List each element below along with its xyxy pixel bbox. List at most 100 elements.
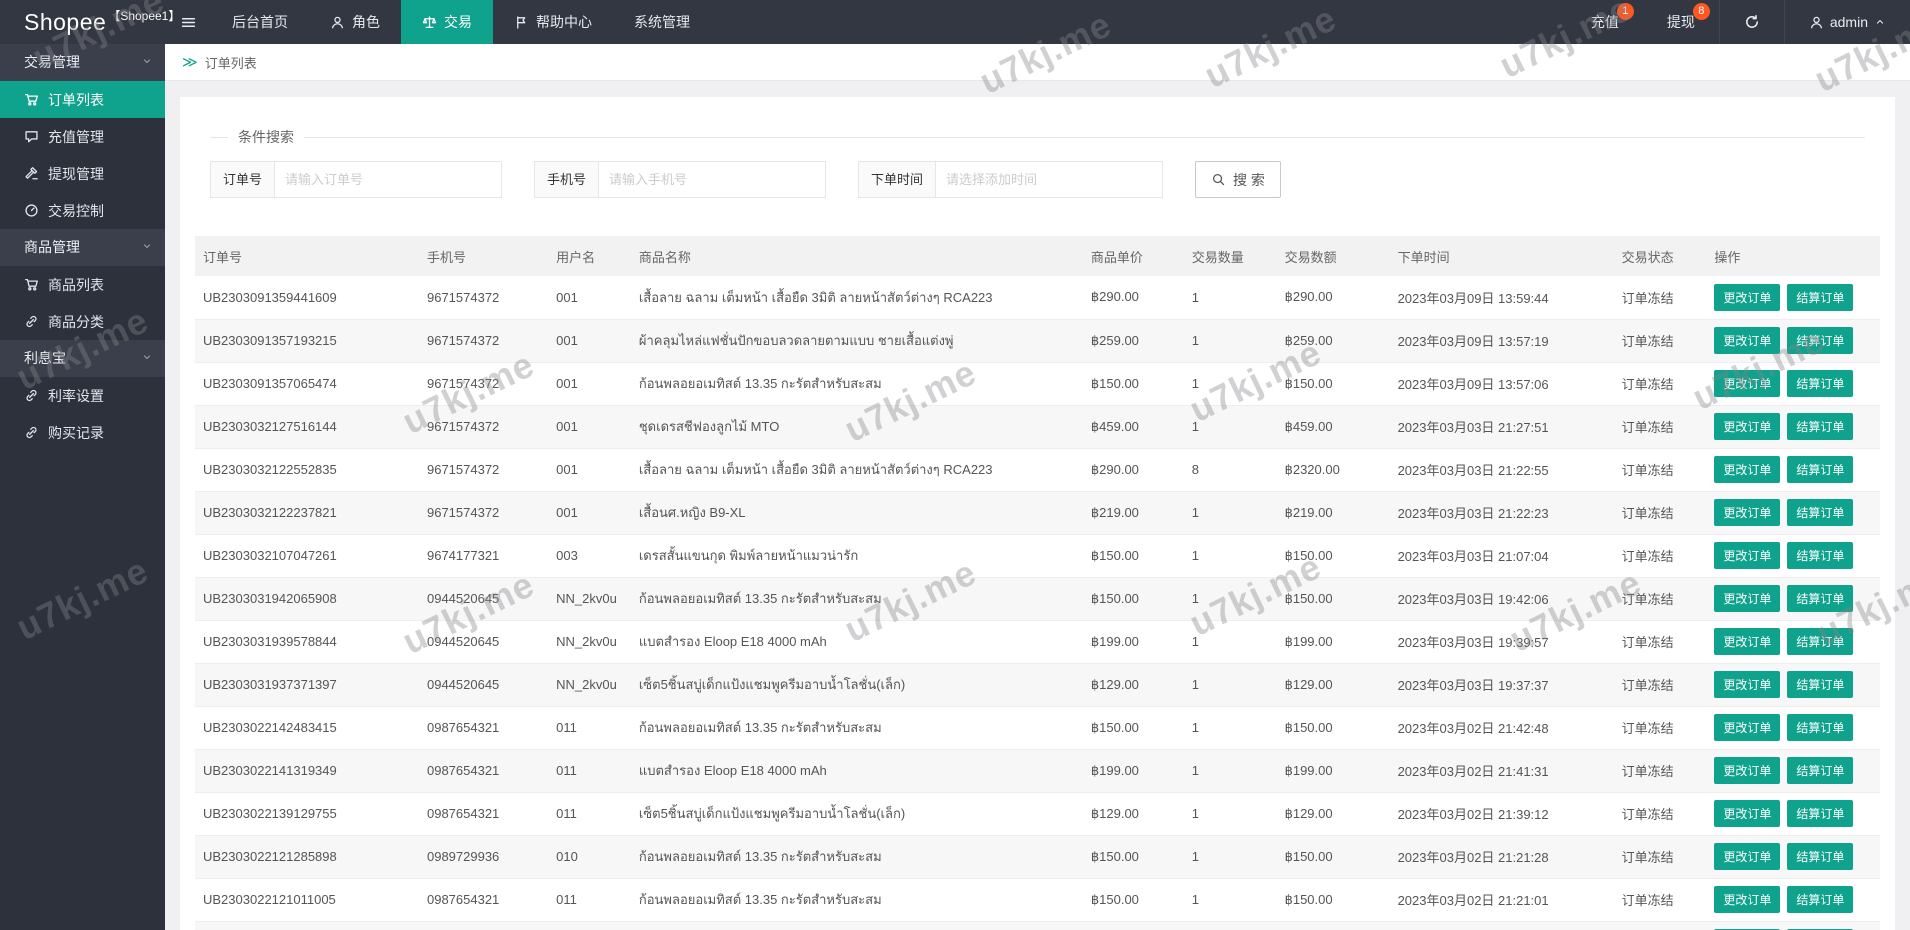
cell-quantity: 1 xyxy=(1183,921,1277,930)
sidebar-item-trade-control[interactable]: 交易控制 xyxy=(0,192,165,229)
edit-order-button[interactable]: 更改订单 xyxy=(1714,370,1781,397)
edit-order-button[interactable]: 更改订单 xyxy=(1714,628,1781,655)
sidebar-group-trade-manage[interactable]: 交易管理 xyxy=(0,44,165,81)
cell-username: 001 xyxy=(548,319,631,363)
edit-order-button[interactable]: 更改订单 xyxy=(1714,499,1781,526)
settle-order-button[interactable]: 结算订单 xyxy=(1787,413,1854,440)
nav-item-label: 后台首页 xyxy=(232,14,288,30)
sidebar-group-interest-treasure[interactable]: 利息宝 xyxy=(0,340,165,377)
settle-order-button[interactable]: 结算订单 xyxy=(1787,714,1854,741)
cell-actions: 更改订单结算订单 xyxy=(1706,878,1880,922)
comment-icon xyxy=(24,129,39,144)
cell-status: 订单冻结 xyxy=(1613,706,1707,750)
cell-status: 订单冻结 xyxy=(1613,319,1707,363)
nav-item-help[interactable]: 帮助中心 xyxy=(493,0,613,44)
cell-amount: ฿459.00 xyxy=(1276,405,1390,449)
settle-order-button[interactable]: 结算订单 xyxy=(1787,800,1854,827)
nav-item-role[interactable]: 角色 xyxy=(309,0,401,44)
settle-order-button[interactable]: 结算订单 xyxy=(1787,542,1854,569)
order-no-input[interactable] xyxy=(274,161,503,198)
cell-order-id: UB2303032107047261 xyxy=(195,534,419,578)
sidebar-item-withdraw-manage[interactable]: 提现管理 xyxy=(0,155,165,192)
sidebar-item-goods-category[interactable]: 商品分类 xyxy=(0,303,165,340)
edit-order-button[interactable]: 更改订单 xyxy=(1714,671,1781,698)
nav-item-system[interactable]: 系统管理 xyxy=(613,0,711,44)
withdraw-button[interactable]: 提现 8 xyxy=(1643,0,1719,44)
cell-actions: 更改订单结算订单 xyxy=(1706,491,1880,535)
table-row: UB2303032122237821 9671574372 001 เสื้อนศ.ห… xyxy=(195,491,1880,535)
cell-amount: ฿150.00 xyxy=(1276,577,1390,621)
nav-item-home[interactable]: 后台首页 xyxy=(211,0,309,44)
cell-actions: 更改订单结算订单 xyxy=(1706,835,1880,879)
sidebar-item-recharge-manage[interactable]: 充值管理 xyxy=(0,118,165,155)
user-icon xyxy=(1809,15,1824,30)
recharge-button[interactable]: 充值 1 xyxy=(1567,0,1643,44)
sidebar-item-rate-setting[interactable]: 利率设置 xyxy=(0,377,165,414)
withdraw-label: 提现 xyxy=(1666,14,1695,30)
sidebar-item-order-list[interactable]: 订单列表 xyxy=(0,81,165,118)
settle-order-button[interactable]: 结算订单 xyxy=(1787,456,1854,483)
edit-order-button[interactable]: 更改订单 xyxy=(1714,283,1781,311)
refresh-button[interactable] xyxy=(1718,0,1784,44)
cell-order-time: 2023年03月03日 19:37:37 xyxy=(1389,663,1614,707)
table-row: UB2303032122552835 9671574372 001 เสื้อลาย … xyxy=(195,448,1880,492)
cell-product-name: ก้อนพลอยอเมทิสต์ 13.35 กะรัตสำหรับสะสม xyxy=(630,835,1083,879)
cell-phone: 0987654321 xyxy=(418,749,549,793)
edit-order-button[interactable]: 更改订单 xyxy=(1714,327,1781,354)
search-button[interactable]: 搜 索 xyxy=(1195,161,1281,198)
search-button-label: 搜 索 xyxy=(1233,171,1265,188)
cell-order-id: UB2303022141319349 xyxy=(195,749,419,793)
edit-order-button[interactable]: 更改订单 xyxy=(1714,585,1781,612)
sidebar-item-goods-list[interactable]: 商品列表 xyxy=(0,266,165,303)
edit-order-button[interactable]: 更改订单 xyxy=(1714,843,1781,870)
sidebar-group-goods-manage[interactable]: 商品管理 xyxy=(0,229,165,266)
edit-order-button[interactable]: 更改订单 xyxy=(1714,542,1781,569)
settle-order-button[interactable]: 结算订单 xyxy=(1787,843,1854,870)
header-unit-price: 商品单价 xyxy=(1082,236,1184,276)
user-menu[interactable]: admin xyxy=(1783,0,1910,44)
edit-order-button[interactable]: 更改订单 xyxy=(1714,714,1781,741)
edit-order-button[interactable]: 更改订单 xyxy=(1714,800,1781,827)
nav-item-label: 系统管理 xyxy=(634,14,690,30)
cell-username: NN_2kv0u xyxy=(548,663,631,707)
cell-username: 023 xyxy=(548,921,631,930)
cell-order-time: 2023年03月09日 13:57:19 xyxy=(1389,319,1614,363)
cell-product-name: เสื้อลาย ฉลาม เต็มหน้า เสื้อยืด 3มิติ ลา… xyxy=(630,276,1083,320)
cell-product-name: ผ้าคลุมไหล่แฟชั่นปักขอบลวดลายตามแบบ ชายเ… xyxy=(630,319,1083,363)
settle-order-button[interactable]: 结算订单 xyxy=(1787,283,1854,311)
cell-phone: 9671574372 xyxy=(418,448,549,492)
cell-product-name: ก้อนพลอยอเมทิสต์ 13.35 กะรัตสำหรับสะสม xyxy=(630,878,1083,922)
cell-quantity: 1 xyxy=(1183,706,1277,750)
cell-actions: 更改订单结算订单 xyxy=(1706,921,1880,930)
order-time-input[interactable] xyxy=(935,161,1164,198)
settle-order-button[interactable]: 结算订单 xyxy=(1787,499,1854,526)
settle-order-button[interactable]: 结算订单 xyxy=(1787,671,1854,698)
cell-order-time: 2023年03月03日 19:39:57 xyxy=(1389,620,1614,664)
settle-order-button[interactable]: 结算订单 xyxy=(1787,585,1854,612)
cell-product-name: ก้อนพลอยอเมทิสต์ 13.35 กะรัตสำหรับสะสม xyxy=(630,362,1083,406)
sidebar-item-purchase-record[interactable]: 购买记录 xyxy=(0,414,165,451)
settle-order-button[interactable]: 结算订单 xyxy=(1787,757,1854,784)
cell-username: 011 xyxy=(548,792,631,836)
settle-order-button[interactable]: 结算订单 xyxy=(1787,370,1854,397)
phone-input[interactable] xyxy=(598,161,827,198)
refresh-icon xyxy=(1744,14,1760,30)
sidebar-item-label: 购买记录 xyxy=(48,424,104,441)
edit-order-button[interactable]: 更改订单 xyxy=(1714,413,1781,440)
settle-order-button[interactable]: 结算订单 xyxy=(1787,628,1854,655)
cell-amount: ฿290.00 xyxy=(1276,276,1390,320)
cell-amount: ฿199.00 xyxy=(1276,749,1390,793)
edit-order-button[interactable]: 更改订单 xyxy=(1714,886,1781,913)
cell-order-id: UB2303022142483415 xyxy=(195,706,419,750)
edit-order-button[interactable]: 更改订单 xyxy=(1714,757,1781,784)
cell-order-time: 2023年03月03日 21:22:23 xyxy=(1389,491,1614,535)
edit-order-button[interactable]: 更改订单 xyxy=(1714,456,1781,483)
cell-actions: 更改订单结算订单 xyxy=(1706,319,1880,363)
cell-product-name: ก้อนพลอยอเมทิสต์ 13.35 กะรัตสำหรับสะสม xyxy=(630,706,1083,750)
cell-quantity: 1 xyxy=(1183,792,1277,836)
cell-status: 订单冻结 xyxy=(1613,878,1707,922)
cell-order-id: UB2303031942065908 xyxy=(195,577,419,621)
nav-item-trade[interactable]: 交易 xyxy=(401,0,493,44)
settle-order-button[interactable]: 结算订单 xyxy=(1787,886,1854,913)
settle-order-button[interactable]: 结算订单 xyxy=(1787,327,1854,354)
